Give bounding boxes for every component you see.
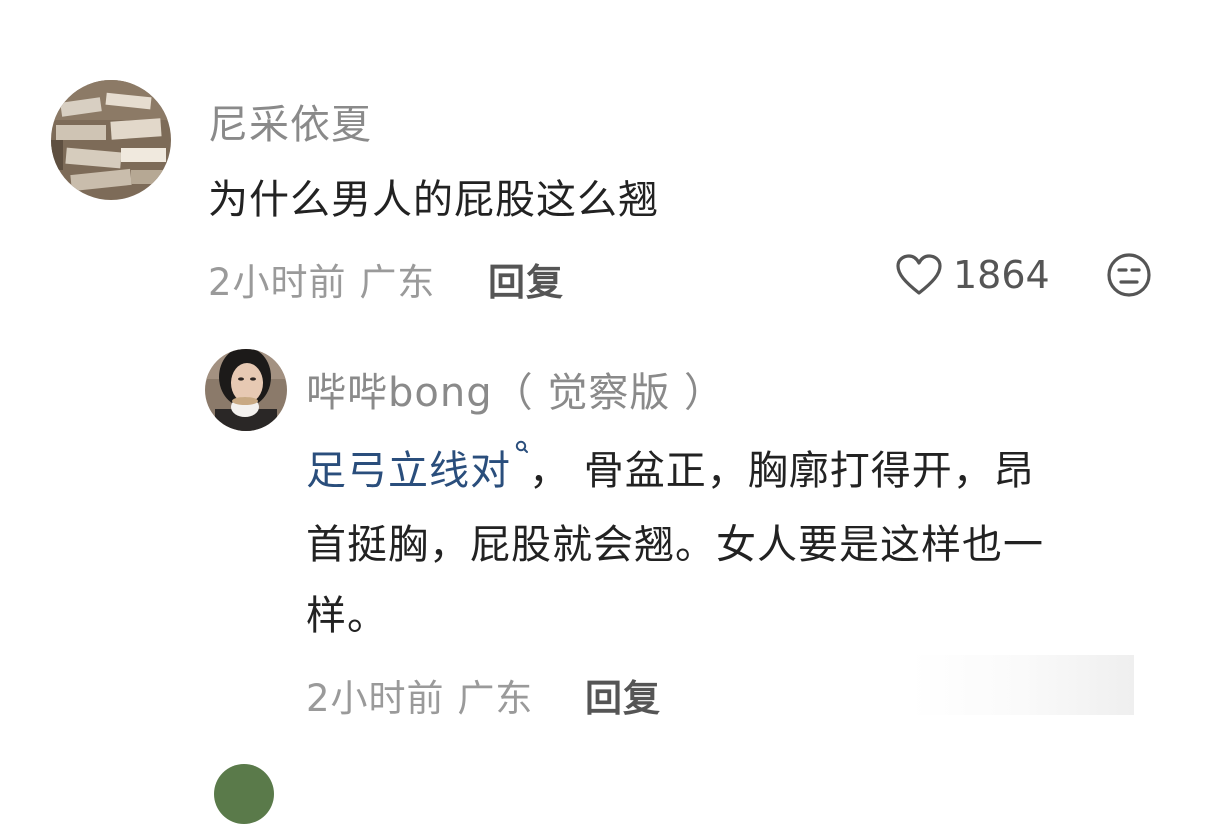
like-button[interactable]: 1864 xyxy=(895,252,1050,298)
emoji-button[interactable] xyxy=(1106,252,1152,302)
reply-text-line3: 样。 xyxy=(306,593,388,639)
avatar[interactable] xyxy=(51,80,171,200)
reply-location: 广东 xyxy=(457,677,534,720)
reply-avatar[interactable] xyxy=(205,349,287,431)
woman-drinking-coffee-avatar xyxy=(205,349,287,431)
topic-link[interactable]: 足弓立线对 xyxy=(306,448,511,494)
reply-button[interactable]: 回复 xyxy=(488,252,564,306)
books-photo-avatar xyxy=(51,80,171,200)
comment-text: 为什么男人的屁股这么翘 xyxy=(208,177,659,223)
reply-time-value: 2小时前 xyxy=(306,677,445,720)
face-emoji-icon xyxy=(1107,253,1151,297)
reply-username[interactable]: 哔哔bong（ 觉察版 ） xyxy=(306,360,725,418)
reply-text-line2: 首挺胸，屁股就会翘。女人要是这样也一 xyxy=(306,522,1044,568)
reply-reply-button[interactable]: 回复 xyxy=(585,668,661,722)
reply-text-line1: 足弓立线对 ， 骨盆正，胸廓打得开，昂 xyxy=(306,438,1035,496)
comment-time-value: 2小时前 xyxy=(208,261,347,304)
reply-text-line1-rest: ， 骨盆正，胸廓打得开，昂 xyxy=(529,448,1035,494)
reply-time: 2小时前 广东 xyxy=(306,668,533,722)
comment-time: 2小时前 广东 xyxy=(208,252,435,306)
next-comment-avatar xyxy=(214,764,274,824)
comment-username[interactable]: 尼采依夏 xyxy=(208,92,372,150)
search-icon xyxy=(515,440,528,453)
heart-outline-icon xyxy=(896,254,942,295)
edge-fade xyxy=(910,655,1134,715)
comment-location: 广东 xyxy=(359,261,436,304)
like-count: 1864 xyxy=(953,253,1050,297)
